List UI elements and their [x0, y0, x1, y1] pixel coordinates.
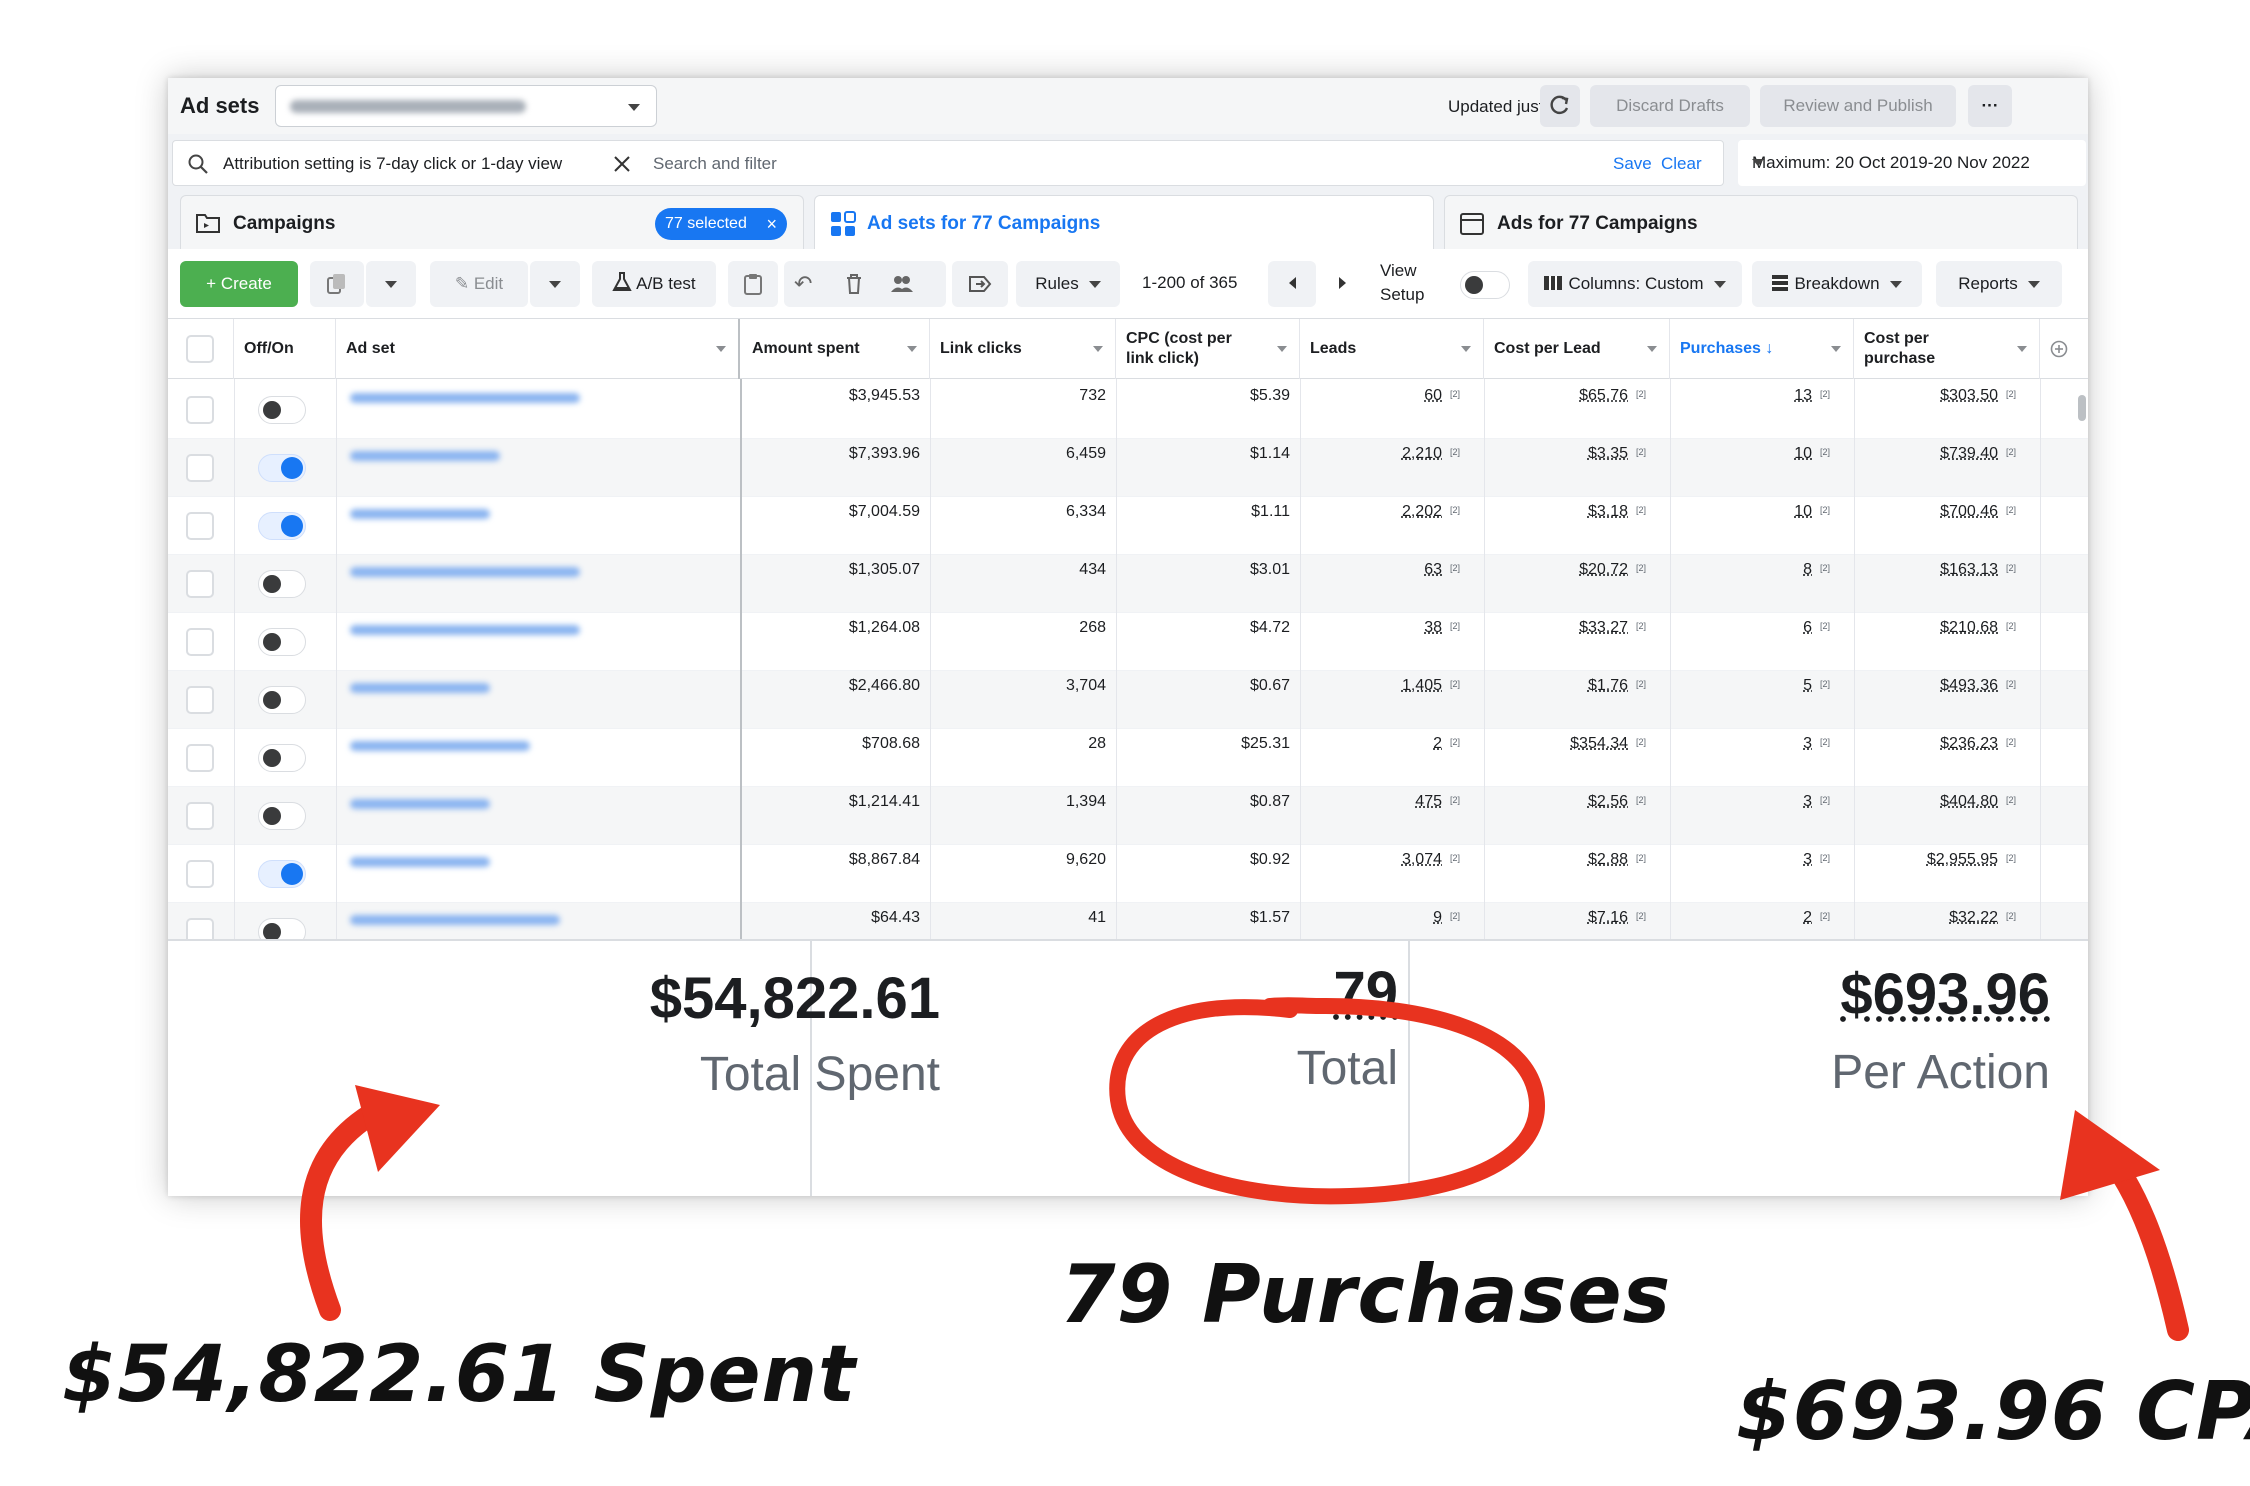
- red-circle-annotation: [1109, 997, 1545, 1205]
- annotation-spent: $54,822.61 Spent: [62, 1330, 857, 1420]
- red-arrowhead-right: [2060, 1110, 2160, 1200]
- red-arrowhead-left: [355, 1085, 440, 1172]
- annotation-cpa: $693.96 CPA: [1736, 1365, 2250, 1458]
- red-arrow-left: [300, 1104, 381, 1321]
- annotation-purchases: 79 Purchases: [1060, 1248, 1672, 1341]
